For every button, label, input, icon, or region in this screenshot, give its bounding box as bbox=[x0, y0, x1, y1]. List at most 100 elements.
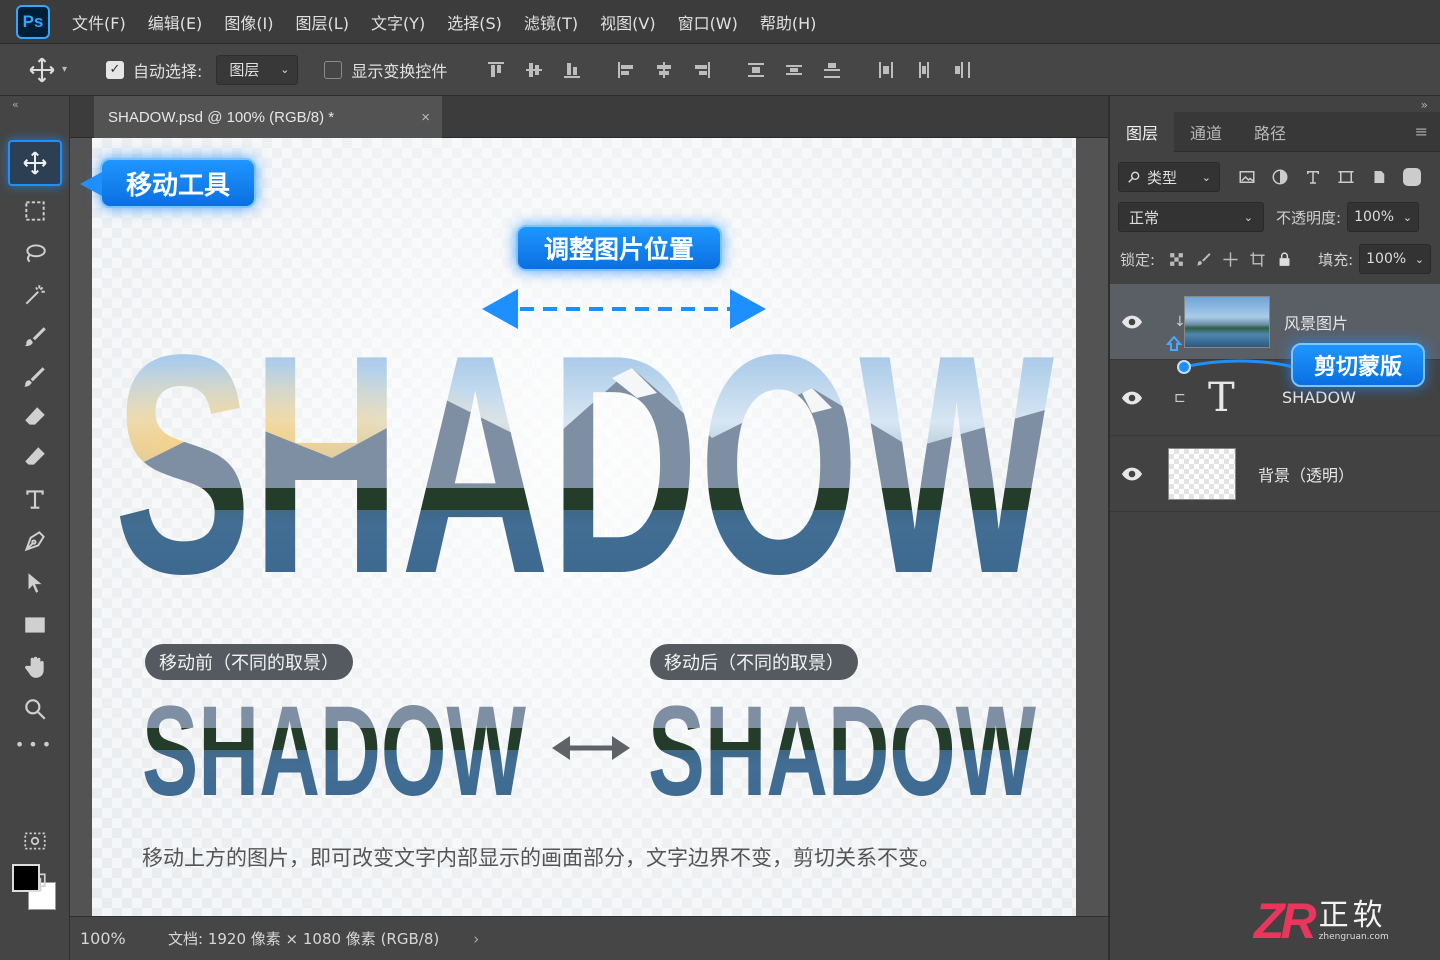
photoshop-logo: Ps bbox=[16, 4, 50, 39]
clipping-mask-callout: 剪切蒙版 bbox=[1291, 343, 1425, 387]
close-icon[interactable]: × bbox=[421, 109, 430, 126]
brush-tool-2[interactable] bbox=[8, 358, 62, 396]
distribute-hcenter-icon[interactable] bbox=[913, 59, 935, 81]
menu-image[interactable]: 图像(I) bbox=[224, 10, 273, 34]
brand-watermark: ZR 正软 zhengruan.com bbox=[1254, 892, 1389, 950]
tab-channels[interactable]: 通道 bbox=[1174, 112, 1238, 152]
menu-type[interactable]: 文字(Y) bbox=[371, 10, 425, 34]
tool-preset-picker[interactable]: ▾ bbox=[28, 56, 88, 84]
align-vertical-center-icon[interactable] bbox=[523, 59, 545, 81]
tab-paths[interactable]: 路径 bbox=[1238, 112, 1302, 152]
layer-name-landscape: 风景图片 bbox=[1284, 313, 1349, 333]
show-transform-label: 显示变换控件 bbox=[351, 61, 448, 81]
eraser-tool[interactable] bbox=[8, 398, 62, 436]
blend-mode-dropdown[interactable]: 正常 ⌄ bbox=[1118, 202, 1264, 232]
menu-layer[interactable]: 图层(L) bbox=[296, 10, 349, 34]
filter-adjustment-icon[interactable] bbox=[1271, 168, 1289, 186]
menu-select[interactable]: 选择(S) bbox=[447, 10, 502, 34]
document-tab[interactable]: SHADOW.psd @ 100% (RGB/8) * × bbox=[94, 96, 442, 138]
lock-all-icon[interactable] bbox=[1275, 250, 1293, 268]
document-tab-title: SHADOW.psd @ 100% (RGB/8) * bbox=[108, 108, 335, 126]
distribute-vcenter-icon[interactable] bbox=[783, 59, 805, 81]
zoom-level[interactable]: 100% bbox=[80, 929, 168, 948]
layers-panel: » 图层 通道 路径 ≡ 类型 ⌄ 正常 ⌄ 不透明度: 100% ⌄ 锁定: … bbox=[1108, 96, 1440, 960]
filter-kind-value: 类型 bbox=[1147, 168, 1178, 187]
headline-text: SHADOW bbox=[114, 291, 1056, 639]
collapse-left-icon[interactable]: « bbox=[12, 98, 19, 111]
panel-tabs: 图层 通道 路径 ≡ bbox=[1110, 111, 1440, 152]
visibility-eye-icon[interactable] bbox=[1120, 386, 1144, 410]
link-bracket-icon: ⊏ bbox=[1174, 389, 1186, 406]
lock-position-icon[interactable] bbox=[1221, 250, 1239, 268]
layer-row-background[interactable]: 背景（透明） bbox=[1110, 436, 1440, 512]
menu-edit[interactable]: 编辑(E) bbox=[148, 10, 203, 34]
opacity-field[interactable]: 100% ⌄ bbox=[1347, 202, 1420, 232]
distribute-right-icon[interactable] bbox=[951, 59, 973, 81]
swap-arrow-icon bbox=[552, 736, 630, 760]
status-menu-arrow[interactable]: › bbox=[473, 930, 479, 948]
opacity-label: 不透明度: bbox=[1276, 208, 1342, 227]
filter-pixel-icon[interactable] bbox=[1238, 168, 1256, 186]
align-top-icon[interactable] bbox=[485, 59, 507, 81]
lock-artboard-icon[interactable] bbox=[1248, 250, 1266, 268]
show-transform-checkbox[interactable] bbox=[324, 60, 343, 79]
panel-menu-icon[interactable]: ≡ bbox=[1415, 122, 1428, 141]
document-tab-bar: SHADOW.psd @ 100% (RGB/8) * × bbox=[70, 96, 1108, 138]
auto-select-target-dropdown[interactable]: 图层 ⌄ bbox=[216, 54, 299, 85]
collapse-right-icon[interactable]: » bbox=[1421, 98, 1428, 112]
filter-type-icon[interactable] bbox=[1304, 168, 1322, 186]
fill-value: 100% bbox=[1366, 251, 1407, 267]
menu-view[interactable]: 视图(V) bbox=[600, 10, 655, 34]
hand-tool[interactable] bbox=[8, 648, 62, 686]
menu-window[interactable]: 窗口(W) bbox=[678, 10, 738, 34]
blend-row: 正常 ⌄ 不透明度: 100% ⌄ bbox=[1118, 202, 1436, 232]
filter-toggle-switch[interactable] bbox=[1403, 168, 1421, 186]
move-icon bbox=[29, 57, 55, 82]
auto-select-checkbox[interactable]: ✓ bbox=[106, 60, 124, 79]
marquee-tool[interactable] bbox=[8, 192, 62, 230]
search-icon bbox=[1128, 171, 1140, 183]
foreground-color-swatch[interactable] bbox=[12, 864, 40, 892]
text-layer-icon: T bbox=[1208, 374, 1235, 421]
distribute-top-icon[interactable] bbox=[745, 59, 767, 81]
quick-mask-tool[interactable] bbox=[8, 822, 62, 860]
visibility-eye-icon[interactable] bbox=[1120, 310, 1144, 334]
edit-toolbar-button[interactable]: ••• bbox=[8, 732, 62, 756]
rectangle-tool[interactable] bbox=[8, 606, 62, 644]
hand-icon bbox=[25, 656, 44, 678]
lock-brush-icon[interactable] bbox=[1194, 250, 1212, 268]
pen-tool[interactable] bbox=[8, 522, 62, 560]
pen-icon bbox=[24, 531, 45, 552]
distribute-left-icon[interactable] bbox=[875, 59, 897, 81]
menu-filter[interactable]: 滤镜(T) bbox=[524, 10, 578, 34]
type-tool[interactable] bbox=[8, 480, 62, 518]
align-buttons bbox=[485, 59, 989, 81]
tab-layers[interactable]: 图层 bbox=[1110, 111, 1175, 152]
menu-help[interactable]: 帮助(H) bbox=[760, 10, 817, 34]
filter-smart-object-icon[interactable] bbox=[1370, 168, 1388, 186]
lasso-tool[interactable] bbox=[8, 234, 62, 272]
fill-field[interactable]: 100% ⌄ bbox=[1359, 244, 1432, 274]
filter-kind-dropdown[interactable]: 类型 ⌄ bbox=[1118, 162, 1220, 192]
menu-file[interactable]: 文件(F) bbox=[72, 10, 126, 34]
brush-tool[interactable] bbox=[8, 318, 62, 356]
move-tool-callout: 移动工具 bbox=[80, 158, 256, 208]
align-right-icon[interactable] bbox=[691, 59, 713, 81]
align-horizontal-center-icon[interactable] bbox=[653, 59, 675, 81]
magic-wand-tool[interactable] bbox=[8, 276, 62, 314]
visibility-eye-icon[interactable] bbox=[1120, 462, 1144, 486]
lock-transparent-icon[interactable] bbox=[1167, 250, 1185, 268]
fill-label: 填充: bbox=[1318, 250, 1354, 269]
filter-shape-icon[interactable] bbox=[1337, 168, 1355, 186]
align-left-icon[interactable] bbox=[615, 59, 637, 81]
align-bottom-icon[interactable] bbox=[561, 59, 583, 81]
chevron-down-icon: ⌄ bbox=[280, 63, 290, 76]
eraser-tool-2[interactable] bbox=[8, 438, 62, 476]
blend-mode-value: 正常 bbox=[1129, 208, 1160, 227]
options-bar: ▾ ✓ 自动选择: 图层 ⌄ 显示变换控件 bbox=[0, 44, 1440, 96]
after-word: SHADOW bbox=[648, 680, 1036, 823]
zoom-tool[interactable] bbox=[8, 690, 62, 728]
move-tool[interactable] bbox=[8, 140, 62, 186]
distribute-bottom-icon[interactable] bbox=[821, 59, 843, 81]
path-selection-tool[interactable] bbox=[8, 564, 62, 602]
